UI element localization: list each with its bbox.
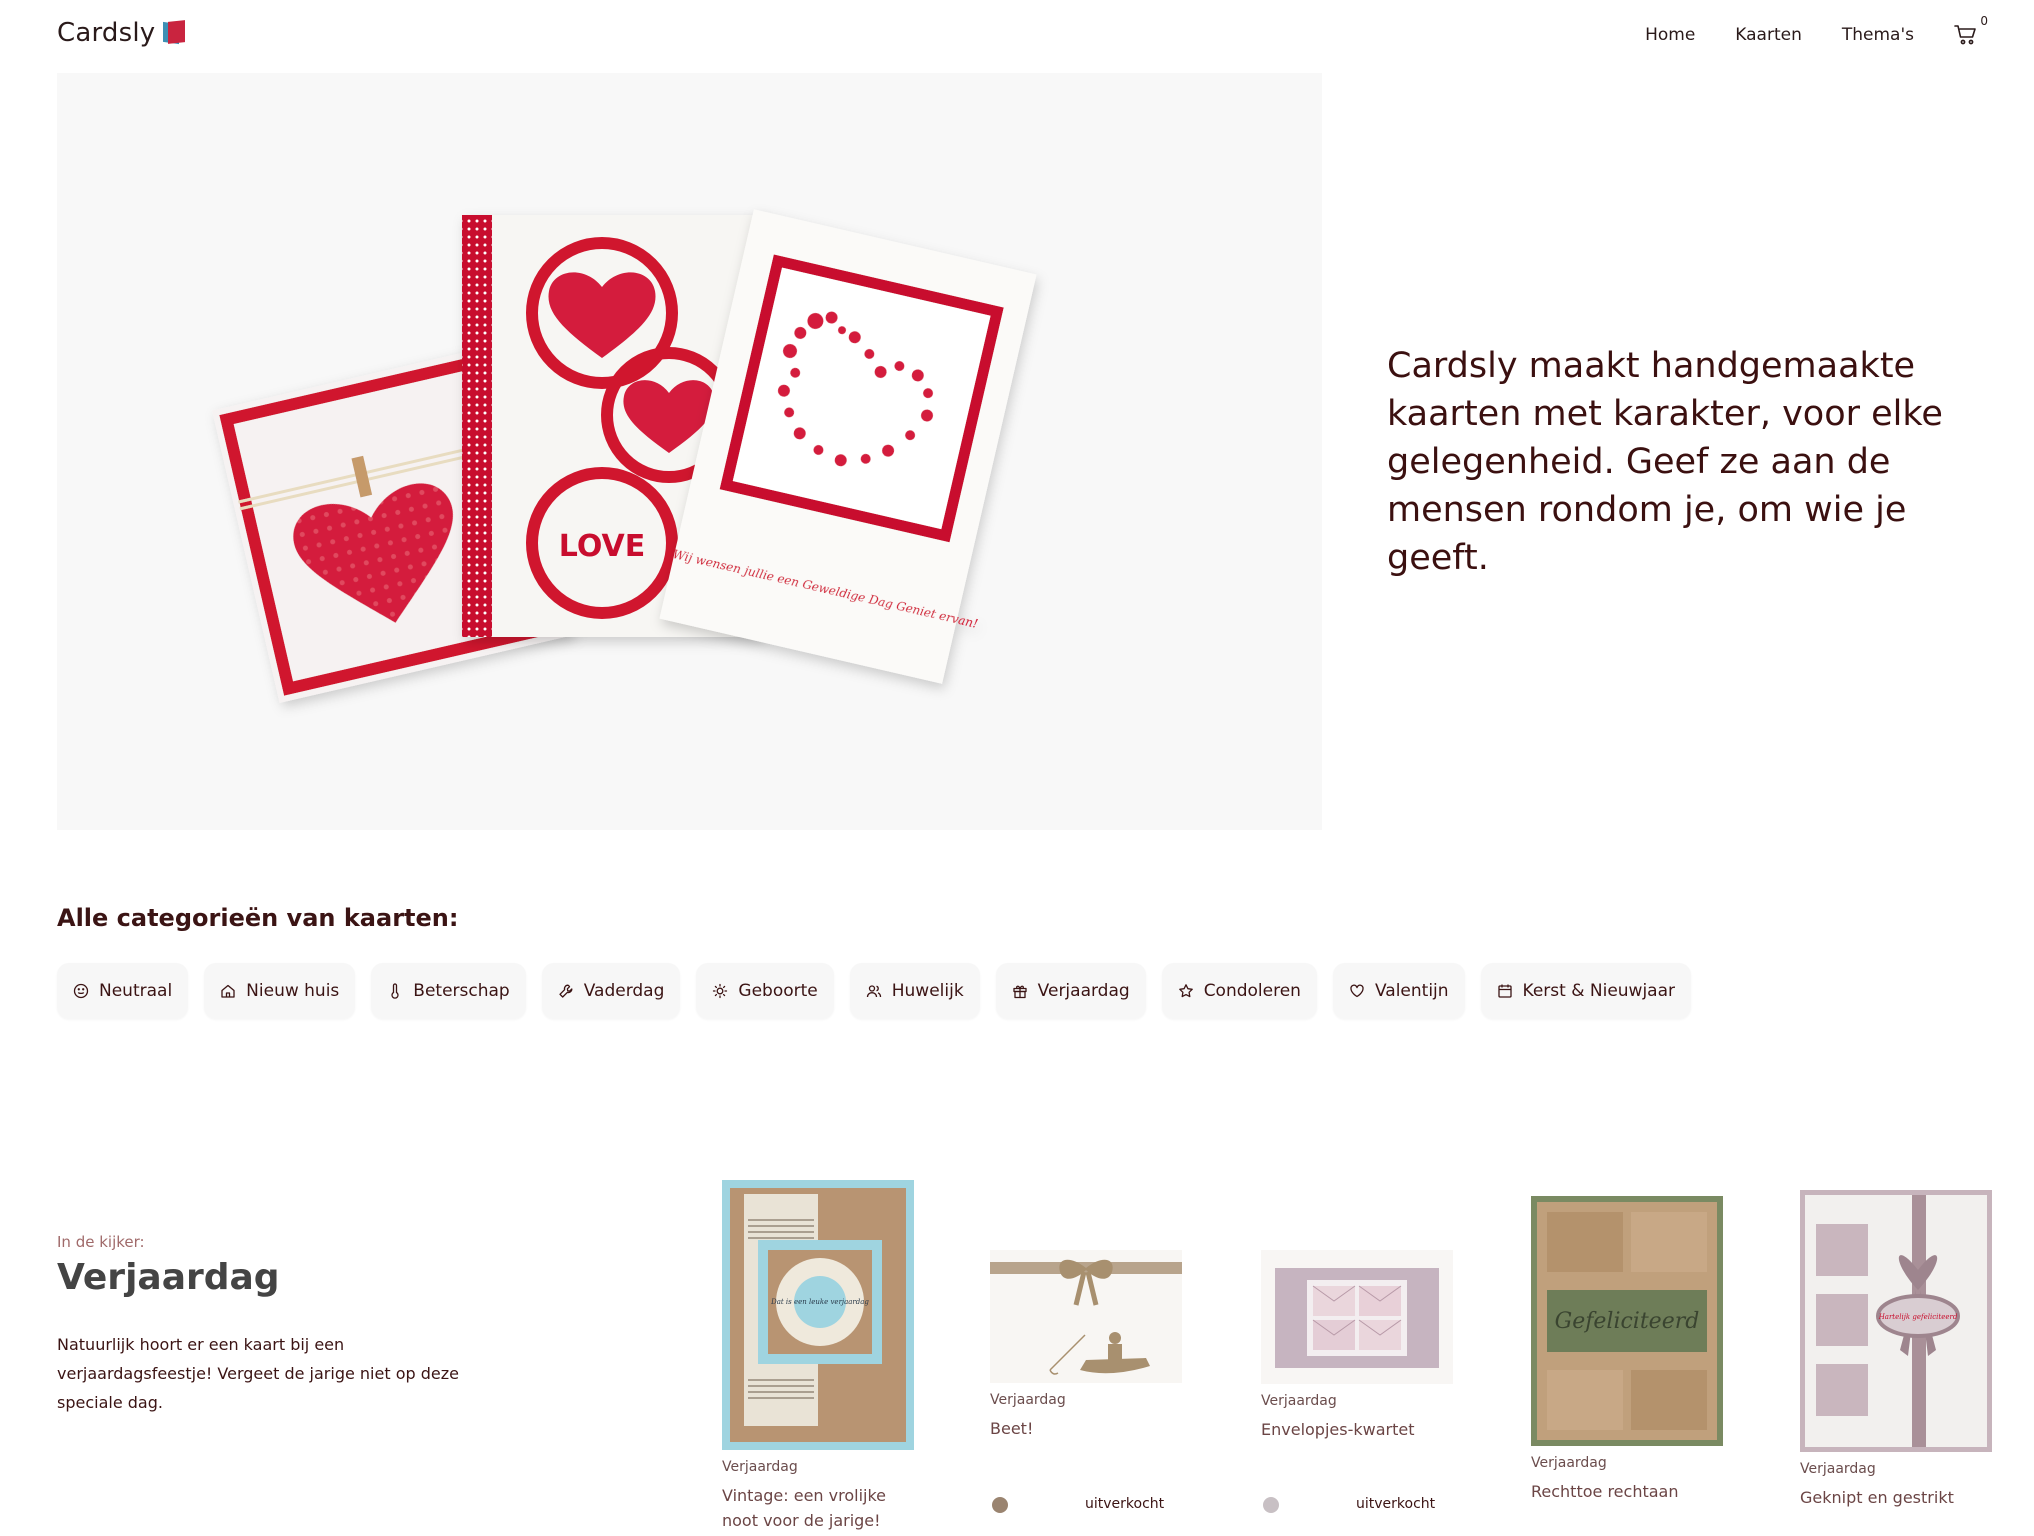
product-name[interactable]: Envelopjes-kwartet: [1261, 1417, 1453, 1442]
product-image[interactable]: Gefeliciteerd: [1531, 1196, 1723, 1446]
hero-image: LOVE Wij wensen jullie een Geweldige Dag…: [57, 73, 1322, 830]
color-swatch[interactable]: [992, 1497, 1008, 1513]
category-chips: Neutraal Nieuw huis Beterschap Vaderdag …: [57, 963, 1692, 1019]
svg-text:Gefeliciteerd: Gefeliciteerd: [1555, 1309, 1700, 1334]
chip-label: Kerst & Nieuwjaar: [1522, 981, 1676, 1001]
categories-title: Alle categorieën van kaarten:: [57, 904, 459, 932]
heart-icon: [1350, 984, 1364, 998]
chip-vaderdag[interactable]: Vaderdag: [541, 963, 681, 1019]
product-category: Verjaardag: [722, 1459, 798, 1475]
product-name[interactable]: Geknipt en gestrikt: [1800, 1485, 1992, 1510]
product-status: uitverkocht: [1356, 1496, 1436, 1512]
product-status: uitverkocht: [1085, 1496, 1165, 1512]
chip-huwelijk[interactable]: Huwelijk: [849, 963, 980, 1019]
product-image[interactable]: Hartelijk gefeliciteerd: [1800, 1190, 1992, 1452]
nav-themas-link[interactable]: Thema's: [1842, 25, 1914, 45]
chip-label: Huwelijk: [891, 981, 964, 1001]
featured-description: Natuurlijk hoort er een kaart bij een ve…: [57, 1335, 459, 1412]
thermometer-icon: [391, 983, 399, 999]
home-icon: [221, 984, 235, 998]
cart-icon: [1954, 25, 1976, 45]
sun-icon: [713, 983, 728, 999]
product-image[interactable]: [990, 1250, 1182, 1383]
product-card[interactable]: Gefeliciteerd Verjaardag Rechttoe rechta…: [1531, 1196, 1723, 1536]
product-card[interactable]: Hartelijk gefeliciteerd Verjaardag Gekni…: [1800, 1190, 1992, 1536]
chip-label: Verjaardag: [1037, 981, 1130, 1001]
svg-text:Hartelijk gefeliciteerd: Hartelijk gefeliciteerd: [1878, 1313, 1958, 1321]
product-name[interactable]: Vintage: een vrolijke noot voor de jarig…: [722, 1483, 914, 1533]
chip-label: Vaderdag: [583, 981, 665, 1001]
product-image[interactable]: Dat is een leuke verjaardag: [722, 1180, 914, 1450]
chip-label: Nieuw huis: [246, 981, 340, 1001]
main-nav: Home Kaarten Thema's 0: [1645, 14, 1988, 46]
svg-text:Dat is een leuke verjaardag: Dat is een leuke verjaardag: [770, 1298, 869, 1306]
product-name[interactable]: Beet!: [990, 1416, 1182, 1441]
product-card[interactable]: Verjaardag Envelopjes-kwartet uitverkoch…: [1261, 1250, 1453, 1536]
chip-condoleren[interactable]: Condoleren: [1161, 963, 1317, 1019]
calendar-icon: [1497, 984, 1512, 998]
featured-title: Verjaardag: [57, 1257, 280, 1298]
chip-valentijn[interactable]: Valentijn: [1332, 963, 1465, 1019]
chip-geboorte[interactable]: Geboorte: [696, 963, 834, 1019]
featured-kicker: In de kijker:: [57, 1233, 145, 1251]
product-image[interactable]: [1261, 1250, 1453, 1384]
logo-mark-icon: [163, 20, 186, 45]
chip-label: Valentijn: [1374, 981, 1449, 1001]
chip-beterschap[interactable]: Beterschap: [371, 963, 526, 1019]
cart-count-badge: 0: [1980, 14, 1988, 28]
smile-icon: [73, 983, 89, 999]
users-icon: [866, 985, 881, 998]
chip-kerst-nieuwjaar[interactable]: Kerst & Nieuwjaar: [1480, 963, 1692, 1019]
gift-icon: [1013, 985, 1027, 999]
chip-label: Neutraal: [99, 981, 173, 1001]
nav-home-link[interactable]: Home: [1645, 25, 1695, 45]
logo[interactable]: Cardsly: [57, 18, 186, 48]
chip-label: Beterschap: [413, 981, 510, 1001]
logo-text: Cardsly: [57, 18, 156, 48]
chip-label: Condoleren: [1203, 981, 1301, 1001]
chip-neutraal[interactable]: Neutraal: [57, 963, 189, 1019]
hero-tagline: Cardsly maakt handgemaakte kaarten met k…: [1387, 346, 1943, 578]
product-card[interactable]: Dat is een leuke verjaardag Verjaardag V…: [722, 1180, 914, 1536]
wrench-icon: [559, 984, 573, 998]
product-category: Verjaardag: [1261, 1393, 1337, 1409]
chip-nieuw-huis[interactable]: Nieuw huis: [204, 963, 356, 1019]
nav-kaarten-link[interactable]: Kaarten: [1735, 25, 1802, 45]
chip-verjaardag[interactable]: Verjaardag: [995, 963, 1146, 1019]
svg-text:LOVE: LOVE: [559, 529, 645, 564]
product-card[interactable]: Verjaardag Beet! uitverkocht: [990, 1250, 1182, 1536]
chip-label: Geboorte: [738, 981, 818, 1001]
cart-button[interactable]: 0: [1954, 14, 1988, 46]
product-category: Verjaardag: [990, 1392, 1066, 1408]
product-name[interactable]: Rechttoe rechtaan: [1531, 1479, 1723, 1504]
star-icon: [1178, 984, 1193, 998]
color-swatch[interactable]: [1263, 1497, 1279, 1513]
product-category: Verjaardag: [1531, 1455, 1607, 1471]
product-category: Verjaardag: [1800, 1461, 1876, 1477]
